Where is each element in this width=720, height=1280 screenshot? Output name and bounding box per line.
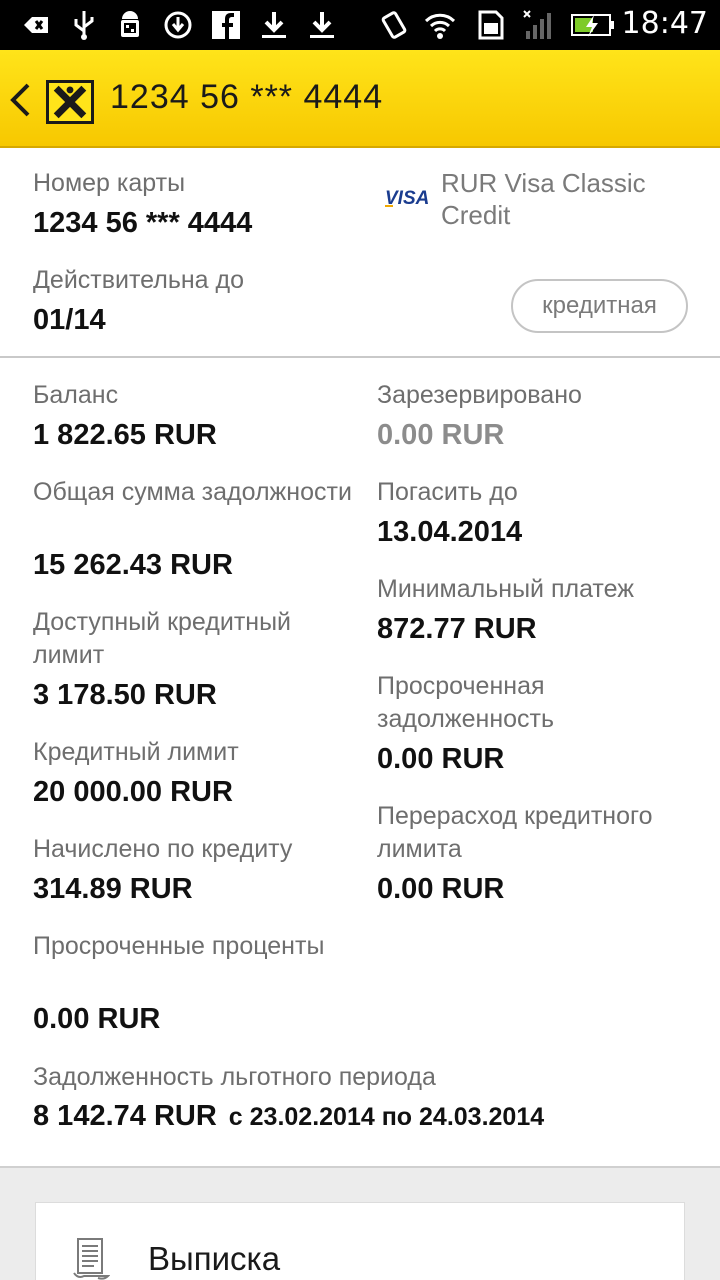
left-field-value: 0.00 RUR — [33, 1003, 161, 1035]
document-icon — [73, 1238, 110, 1280]
signal-icon — [523, 10, 551, 39]
back-button[interactable] — [0, 50, 100, 148]
valid-until-label: Действительна до — [33, 266, 244, 294]
right-field-value: 0.00 RUR — [377, 743, 505, 775]
left-field-label: Начислено по кредиту — [33, 835, 293, 863]
right-field-value: 0.00 RUR — [377, 419, 505, 451]
download-icon — [262, 12, 286, 38]
right-field-label: Зарезервировано — [377, 381, 582, 409]
credit-card-chip: кредитная — [511, 279, 688, 333]
left-field-value: 3 178.50 RUR — [33, 679, 217, 711]
grace-period-row: 8 142.74 RUR с 23.02.2014 по 24.03.2014 — [33, 1100, 544, 1133]
statement-button[interactable] — [35, 1202, 685, 1280]
valid-until-value: 01/14 — [33, 304, 106, 336]
card-type: RUR Visa Classic Credit — [441, 168, 646, 230]
grace-period-dates: с 23.02.2014 по 24.03.2014 — [228, 1103, 545, 1131]
sync-icon — [164, 11, 192, 39]
app-bar: 1234 56 *** 4444 — [0, 50, 720, 148]
left-field-label: Просроченные проценты — [33, 932, 325, 960]
usb-icon — [74, 11, 94, 40]
right-field-label: Просроченная задолженность — [377, 672, 555, 733]
wifi-icon — [424, 13, 456, 39]
visa-logo: VISA — [385, 188, 429, 208]
rotate-icon — [381, 11, 407, 39]
sim-icon — [478, 10, 504, 40]
facebook-icon — [212, 11, 240, 39]
android-debug-icon — [121, 11, 139, 37]
left-field-value: 15 262.43 RUR — [33, 549, 233, 581]
card-number-value: 1234 56 *** 4444 — [33, 207, 253, 239]
right-field-value: 0.00 RUR — [377, 873, 505, 905]
status-bar: 18:47 — [0, 0, 720, 50]
right-field-label: Перерасход кредитного лимита — [377, 802, 653, 863]
left-field-label: Доступный кредитный лимит — [33, 608, 292, 669]
grace-period-label: Задолженность льготного периода — [33, 1063, 436, 1091]
statement-label: Выписка — [148, 1240, 281, 1277]
bank-logo — [46, 80, 94, 124]
download-icon — [310, 12, 334, 38]
divider — [0, 356, 720, 358]
right-field-label: Минимальный платеж — [377, 575, 634, 603]
chevron-left-icon — [10, 83, 30, 117]
back-notification-icon — [24, 17, 48, 33]
right-field-value: 872.77 RUR — [377, 613, 537, 645]
left-field-value: 20 000.00 RUR — [33, 776, 233, 808]
right-field-label: Погасить до — [377, 478, 518, 506]
right-field-value: 13.04.2014 — [377, 516, 523, 548]
grace-period-value: 8 142.74 RUR — [33, 1100, 217, 1132]
clock: 18:47 — [621, 6, 708, 41]
left-field-label: Кредитный лимит — [33, 738, 239, 766]
battery-charging-icon — [571, 14, 614, 37]
left-field-label: Баланс — [33, 381, 119, 409]
left-field-value: 314.89 RUR — [33, 873, 193, 905]
card-number-label: Номер карты — [33, 169, 186, 197]
page-title: 1234 56 *** 4444 — [110, 78, 384, 116]
left-field-label: Общая сумма задолжности — [33, 478, 352, 506]
left-field-value: 1 822.65 RUR — [33, 419, 217, 451]
